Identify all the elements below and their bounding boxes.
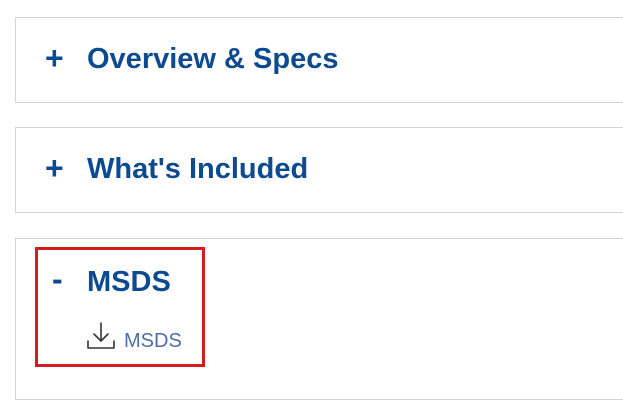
section-title[interactable]: MSDS bbox=[87, 262, 171, 302]
msds-download-link[interactable]: MSDS bbox=[86, 321, 182, 353]
accordion-header-whats-included[interactable]: + What's Included bbox=[16, 128, 623, 212]
accordion-header-msds[interactable]: - MSDS bbox=[16, 239, 623, 323]
accordion-section-whats-included: + What's Included bbox=[15, 127, 623, 213]
section-title[interactable]: Overview & Specs bbox=[87, 39, 338, 79]
accordion-section-msds: - MSDS MSDS bbox=[15, 238, 623, 400]
accordion-header-overview-specs[interactable]: + Overview & Specs bbox=[16, 18, 623, 102]
section-title[interactable]: What's Included bbox=[87, 149, 308, 189]
expand-toggle[interactable]: + bbox=[45, 148, 64, 188]
download-label[interactable]: MSDS bbox=[124, 329, 182, 353]
collapse-toggle[interactable]: - bbox=[52, 259, 63, 299]
expand-toggle[interactable]: + bbox=[45, 38, 64, 78]
download-icon[interactable] bbox=[86, 321, 116, 351]
accordion-section-overview-specs: + Overview & Specs bbox=[15, 17, 623, 103]
